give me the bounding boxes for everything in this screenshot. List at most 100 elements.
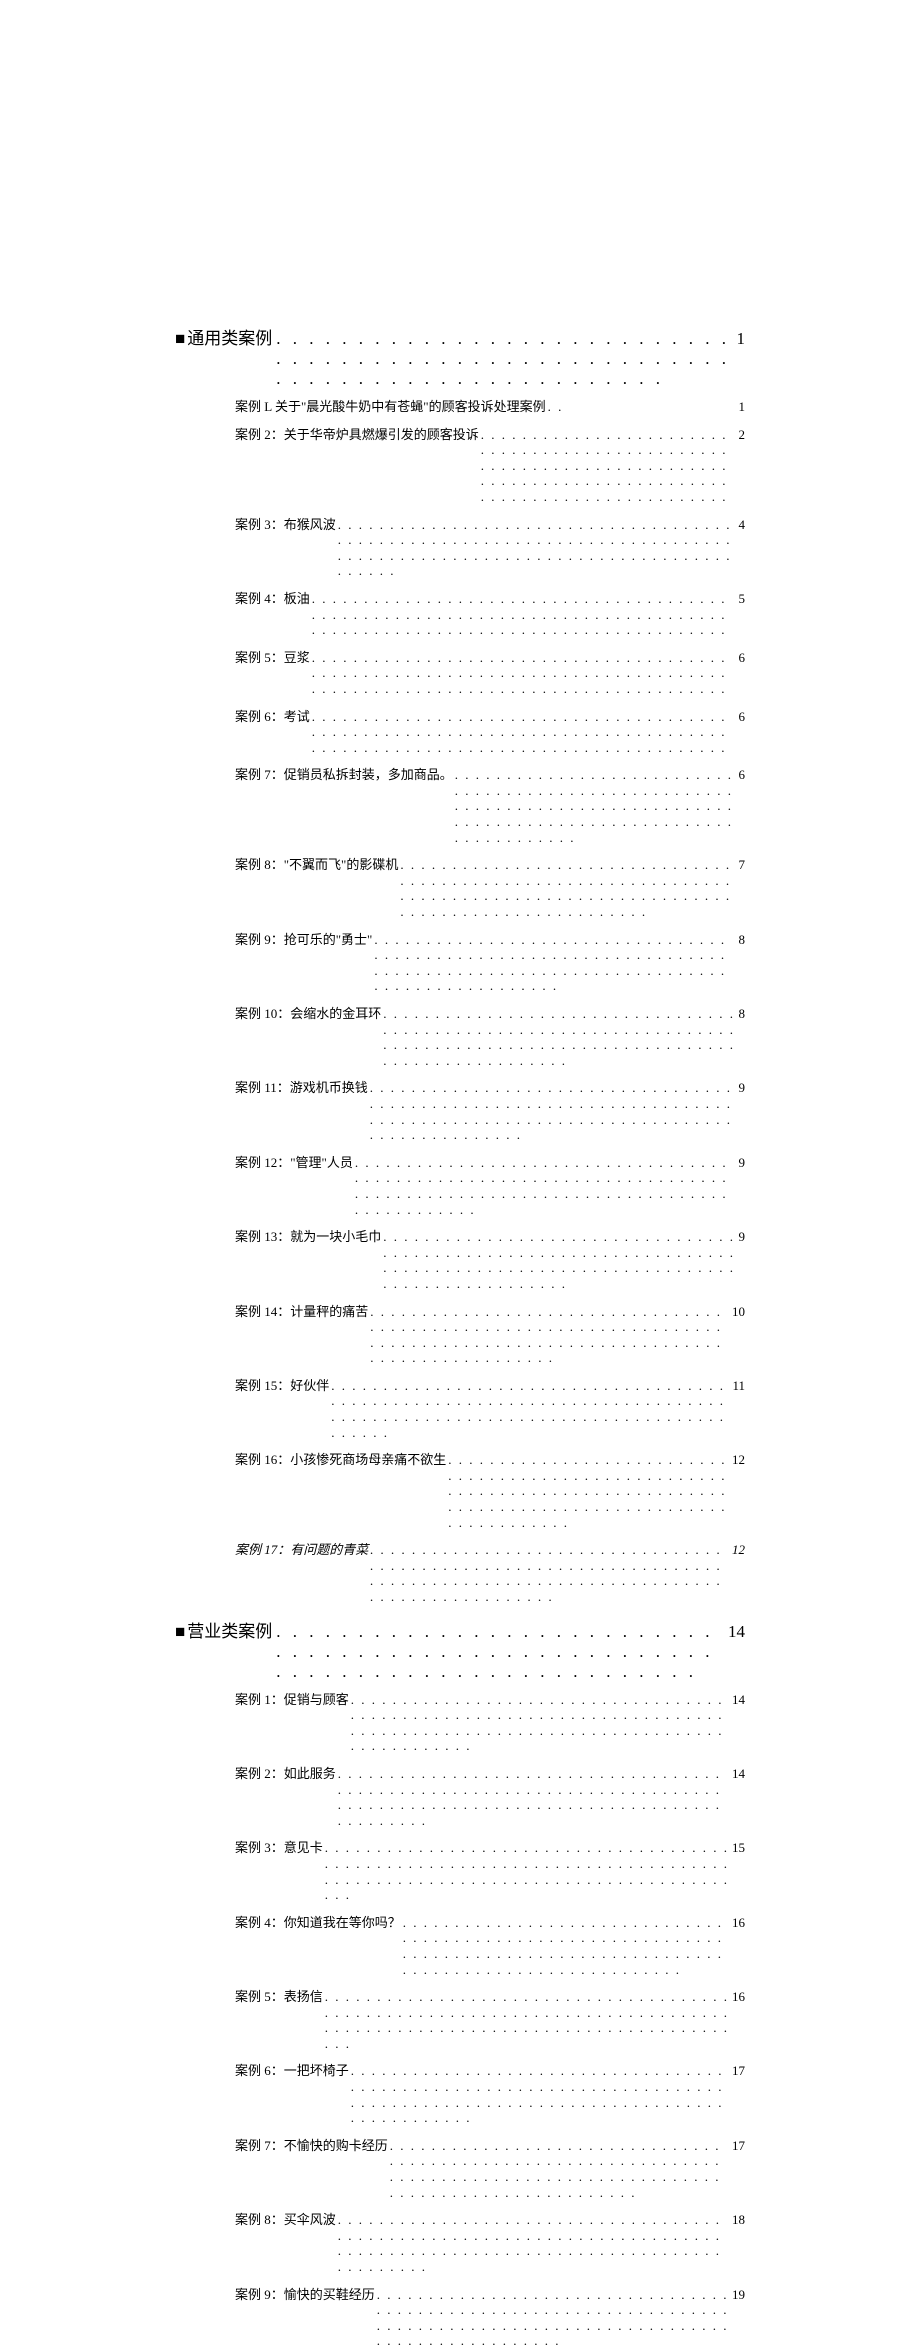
toc-page-number: 6 [739,650,746,666]
toc-label: 案例 4：板油 [235,591,310,607]
toc-entry: 案例 6：考试 . . . . . . . . . . . . . . . . … [235,709,745,756]
toc-label: 案例 15：好伙伴 [235,1378,329,1394]
toc-label: 案例 8：买伞风波 [235,2212,336,2228]
toc-page-number: 12 [732,1542,745,1558]
leader-dots: . . [548,399,737,415]
section-heading-business: ■ 营业类案例 . . . . . . . . . . . . . . . . … [175,1617,745,1682]
toc-page-number: 14 [732,1766,745,1782]
toc-entry: 案例 4：板油 . . . . . . . . . . . . . . . . … [235,591,745,638]
toc-entry: 案例 15：好伙伴 . . . . . . . . . . . . . . . … [235,1378,745,1440]
leader-dots: . . . . . . . . . . . . . . . . . . . . … [312,591,737,638]
toc-page-number: 10 [732,1304,745,1320]
toc-entry: 案例 5：豆浆 . . . . . . . . . . . . . . . . … [235,650,745,697]
toc-label: 案例 3：布猴风波 [235,517,336,533]
leader-dots: . . . . . . . . . . . . . . . . . . . . … [481,427,737,505]
leader-dots: . . . . . . . . . . . . . . . . . . . . … [338,1766,730,1828]
toc-label: 案例 7：不愉快的购卡经历 [235,2138,388,2154]
toc-page-number: 7 [739,857,746,873]
toc-page-number: 8 [739,1006,746,1022]
toc-label: 案例 9：愉快的买鞋经历 [235,2287,375,2303]
toc-entry: 案例 11：游戏机币换钱 . . . . . . . . . . . . . .… [235,1080,745,1142]
toc-label: 案例 7：促销员私拆封装，多加商品。 [235,767,453,783]
leader-dots: . . . . . . . . . . . . . . . . . . . . … [276,1622,724,1682]
toc-page-number: 18 [732,2212,745,2228]
leader-dots: . . . . . . . . . . . . . . . . . . . . … [377,2287,730,2349]
toc-entry: 案例 16：小孩惨死商场母亲痛不欲生 . . . . . . . . . . .… [235,1452,745,1530]
toc-label: 案例 5：豆浆 [235,650,310,666]
toc-entry: 案例 6：一把坏椅子 . . . . . . . . . . . . . . .… [235,2063,745,2125]
toc-page-number: 11 [732,1378,745,1394]
toc-label: 案例 12："管理"人员 [235,1155,353,1171]
leader-dots: . . . . . . . . . . . . . . . . . . . . … [383,1006,736,1068]
toc-entry: 案例 9：愉快的买鞋经历 . . . . . . . . . . . . . .… [235,2287,745,2349]
leader-dots: . . . . . . . . . . . . . . . . . . . . … [403,1915,730,1977]
toc-entry: 案例 17：有问题的青菜 . . . . . . . . . . . . . .… [235,1542,745,1604]
toc-entry: 案例 5：表扬信 . . . . . . . . . . . . . . . .… [235,1989,745,2051]
leader-dots: . . . . . . . . . . . . . . . . . . . . … [331,1378,730,1440]
toc-page-number: 9 [739,1229,746,1245]
leader-dots: . . . . . . . . . . . . . . . . . . . . … [338,517,737,579]
toc-page-number: 2 [739,427,746,443]
leader-dots: . . . . . . . . . . . . . . . . . . . . … [338,2212,730,2274]
section-title: 通用类案例 [187,324,272,349]
toc-page-number: 12 [732,1452,745,1468]
toc-label: 案例 3：意见卡 [235,1840,323,1856]
toc-label: 案例 6：一把坏椅子 [235,2063,349,2079]
leader-dots: . . . . . . . . . . . . . . . . . . . . … [370,1542,730,1604]
toc-entry: 案例 14：计量秤的痛苦 . . . . . . . . . . . . . .… [235,1304,745,1366]
toc-label: 案例 14：计量秤的痛苦 [235,1304,368,1320]
square-marker-icon: ■ [175,330,185,347]
leader-dots: . . . . . . . . . . . . . . . . . . . . … [383,1229,736,1291]
leader-dots: . . . . . . . . . . . . . . . . . . . . … [351,2063,730,2125]
toc-page-number: 6 [739,767,746,783]
leader-dots: . . . . . . . . . . . . . . . . . . . . … [276,329,732,389]
leader-dots: . . . . . . . . . . . . . . . . . . . . … [370,1080,737,1142]
toc-page-number: 8 [739,932,746,948]
leader-dots: . . . . . . . . . . . . . . . . . . . . … [448,1452,730,1530]
toc-page-number: 19 [732,2287,745,2303]
toc-label: 案例 16：小孩惨死商场母亲痛不欲生 [235,1452,446,1468]
leader-dots: . . . . . . . . . . . . . . . . . . . . … [355,1155,737,1217]
toc-page-number: 9 [739,1080,746,1096]
section-heading-general: ■ 通用类案例 . . . . . . . . . . . . . . . . … [175,324,745,389]
toc-entry: 案例 7：不愉快的购卡经历 . . . . . . . . . . . . . … [235,2138,745,2200]
toc-label: 案例 L 关于"晨光酸牛奶中有苍蝇"的顾客投诉处理案例 [235,399,546,415]
toc-entry: 案例 8：买伞风波 . . . . . . . . . . . . . . . … [235,2212,745,2274]
toc-entry: 案例 10：会缩水的金耳环 . . . . . . . . . . . . . … [235,1006,745,1068]
toc-label: 案例 8："不翼而飞"的影碟机 [235,857,398,873]
toc-label: 案例 9：抢可乐的"勇士" [235,932,372,948]
leader-dots: . . . . . . . . . . . . . . . . . . . . … [374,932,736,994]
toc-entry: 案例 4：你知道我在等你吗？ . . . . . . . . . . . . .… [235,1915,745,1977]
section-title: 营业类案例 [187,1617,272,1642]
toc-page-number: 6 [739,709,746,725]
toc-entry: 案例 3：布猴风波 . . . . . . . . . . . . . . . … [235,517,745,579]
toc-entry: 案例 8："不翼而飞"的影碟机 . . . . . . . . . . . . … [235,857,745,919]
toc-label: 案例 5：表扬信 [235,1989,323,2005]
toc-page-number: 16 [732,1915,745,1931]
toc-entry: 案例 9：抢可乐的"勇士" . . . . . . . . . . . . . … [235,932,745,994]
leader-dots: . . . . . . . . . . . . . . . . . . . . … [325,1840,730,1902]
toc-label: 案例 2：关于华帝炉具燃爆引发的顾客投诉 [235,427,479,443]
toc-page-number: 1 [739,399,746,415]
toc-label: 案例 10：会缩水的金耳环 [235,1006,381,1022]
toc-page-number: 15 [732,1840,745,1856]
leader-dots: . . . . . . . . . . . . . . . . . . . . … [455,767,737,845]
toc-page-number: 17 [732,2138,745,2154]
toc-page-number: 9 [739,1155,746,1171]
toc-entry: 案例 2：如此服务 . . . . . . . . . . . . . . . … [235,1766,745,1828]
toc-label: 案例 6：考试 [235,709,310,725]
toc-label: 案例 13：就为一块小毛巾 [235,1229,381,1245]
leader-dots: . . . . . . . . . . . . . . . . . . . . … [312,650,737,697]
toc-entry: 案例 3：意见卡 . . . . . . . . . . . . . . . .… [235,1840,745,1902]
toc-entry: 案例 2：关于华帝炉具燃爆引发的顾客投诉 . . . . . . . . . .… [235,427,745,505]
toc-entry: 案例 7：促销员私拆封装，多加商品。 . . . . . . . . . . .… [235,767,745,845]
toc-page-number: 5 [739,591,746,607]
square-marker-icon: ■ [175,1623,185,1640]
toc-label: 案例 1：促销与顾客 [235,1692,349,1708]
leader-dots: . . . . . . . . . . . . . . . . . . . . … [370,1304,730,1366]
toc-page: ■ 通用类案例 . . . . . . . . . . . . . . . . … [0,0,920,2349]
toc-page-number: 4 [739,517,746,533]
leader-dots: . . . . . . . . . . . . . . . . . . . . … [312,709,737,756]
toc-label: 案例 4：你知道我在等你吗？ [235,1915,401,1931]
toc-entry: 案例 13：就为一块小毛巾 . . . . . . . . . . . . . … [235,1229,745,1291]
